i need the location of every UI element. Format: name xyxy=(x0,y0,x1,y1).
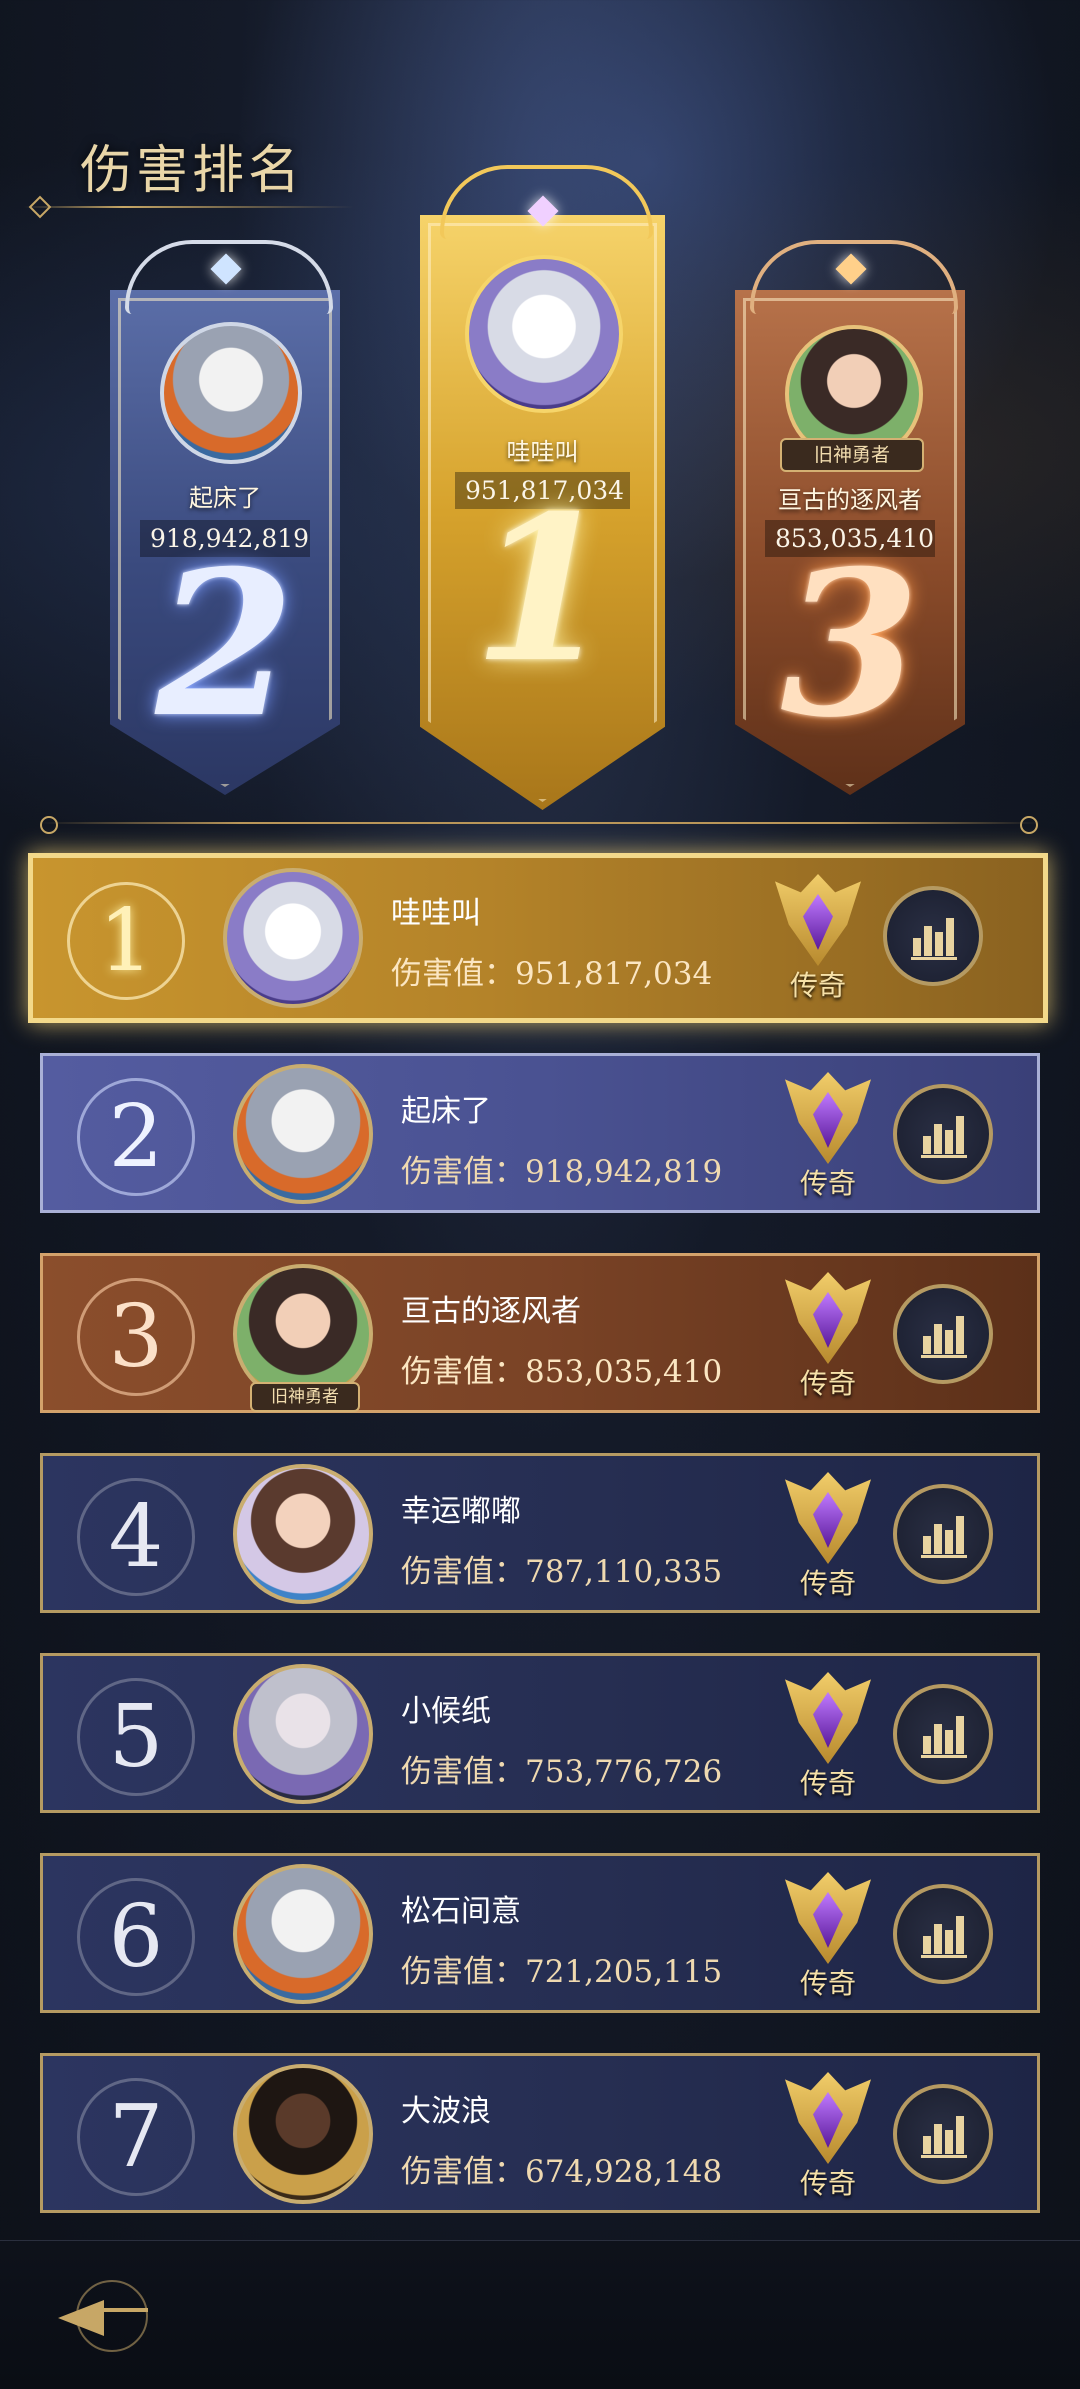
bar-chart-icon xyxy=(921,1514,967,1558)
damage-score: 伤害值：918,942,819 xyxy=(401,1146,722,1191)
rank-number: 3 xyxy=(77,1278,195,1396)
tier-label: 传奇 xyxy=(799,1767,856,1800)
legendary-badge-icon: 传奇 xyxy=(773,1666,883,1806)
damage-score: 伤害值：674,928,148 xyxy=(401,2146,722,2191)
tier-label: 传奇 xyxy=(799,1367,856,1400)
bar-chart-icon xyxy=(921,1314,967,1358)
ranking-row-5[interactable]: 5 小候纸 伤害值：753,776,726 传奇 xyxy=(40,1653,1040,1813)
damage-score: 伤害值：787,110,335 xyxy=(401,1546,722,1591)
tier-label: 传奇 xyxy=(799,2167,856,2200)
back-arrow-icon xyxy=(58,2300,104,2336)
ranking-row-3[interactable]: 3 旧神勇者 亘古的逐风者 伤害值：853,035,410 传奇 xyxy=(40,1253,1040,1413)
legendary-badge-icon: 传奇 xyxy=(773,1066,883,1206)
stats-button[interactable] xyxy=(883,886,983,986)
ranking-row-4[interactable]: 4 幸运嘟嘟 伤害值：787,110,335 传奇 xyxy=(40,1453,1040,1613)
score-label: 伤害值： xyxy=(401,1154,525,1190)
stats-button[interactable] xyxy=(893,1284,993,1384)
rank-number: 1 xyxy=(67,882,185,1000)
avatar[interactable] xyxy=(233,1464,373,1604)
bottom-bar xyxy=(0,2240,1080,2389)
legendary-badge-icon: 传奇 xyxy=(773,1266,883,1406)
score-value: 951,817,034 xyxy=(515,956,713,992)
score-value: 787,110,335 xyxy=(525,1554,723,1590)
divider-dot xyxy=(1020,816,1038,834)
back-arrow-shaft xyxy=(90,2308,148,2312)
damage-score: 伤害值：951,817,034 xyxy=(391,948,712,993)
divider xyxy=(40,822,1040,824)
score-value: 918,942,819 xyxy=(525,1154,723,1190)
stats-button[interactable] xyxy=(893,1884,993,1984)
ranking-row-1[interactable]: 1 哇哇叫 伤害值：951,817,034 传奇 xyxy=(28,853,1048,1023)
rank-number: 7 xyxy=(77,2078,195,2196)
tier-label: 传奇 xyxy=(789,969,846,1002)
bar-chart-icon xyxy=(921,1114,967,1158)
tier-label: 传奇 xyxy=(799,1167,856,1200)
score-label: 伤害值： xyxy=(401,1754,525,1790)
score-value: 853,035,410 xyxy=(525,1354,723,1390)
avatar[interactable] xyxy=(233,2064,373,2204)
ranking-row-7[interactable]: 7 大波浪 伤害值：674,928,148 传奇 xyxy=(40,2053,1040,2213)
stats-button[interactable] xyxy=(893,1684,993,1784)
player-name: 幸运嘟嘟 xyxy=(401,1494,521,1529)
player-name: 亘古的逐风者 xyxy=(401,1294,581,1329)
title-badge: 旧神勇者 xyxy=(780,438,924,472)
player-name: 松石间意 xyxy=(401,1894,521,1929)
bar-chart-icon xyxy=(911,916,957,960)
podium-name-rank-2: 起床了 xyxy=(189,484,261,512)
rank-number: 6 xyxy=(77,1878,195,1996)
avatar[interactable] xyxy=(233,1864,373,2004)
score-label: 伤害值： xyxy=(401,1954,525,1990)
ranking-row-2[interactable]: 2 起床了 伤害值：918,942,819 传奇 xyxy=(40,1053,1040,1213)
avatar[interactable] xyxy=(160,322,302,464)
podium-rank-number-1: 1 xyxy=(472,472,613,707)
damage-score: 伤害值：721,205,115 xyxy=(401,1946,722,1991)
legendary-badge-icon: 传奇 xyxy=(773,2066,883,2206)
score-label: 伤害值： xyxy=(401,2154,525,2190)
avatar[interactable] xyxy=(233,1664,373,1804)
avatar[interactable] xyxy=(233,1064,373,1204)
rank-number: 5 xyxy=(77,1678,195,1796)
player-name: 小候纸 xyxy=(401,1694,491,1729)
title-badge: 旧神勇者 xyxy=(250,1382,360,1412)
damage-score: 伤害值：853,035,410 xyxy=(401,1346,722,1391)
tier-label: 传奇 xyxy=(799,1567,856,1600)
player-name: 大波浪 xyxy=(401,2094,491,2129)
damage-score: 伤害值：753,776,726 xyxy=(401,1746,722,1791)
podium-name-rank-1: 哇哇叫 xyxy=(506,438,579,466)
bar-chart-icon xyxy=(921,1914,967,1958)
legendary-badge-icon: 传奇 xyxy=(773,1866,883,2006)
title-underline xyxy=(24,206,354,208)
podium-rank-number-3: 3 xyxy=(780,527,920,762)
back-button[interactable] xyxy=(50,2268,160,2364)
legendary-badge-icon: 传奇 xyxy=(763,868,873,1008)
stats-button[interactable] xyxy=(893,2084,993,2184)
stats-button[interactable] xyxy=(893,1084,993,1184)
divider-dot xyxy=(40,816,58,834)
player-name: 起床了 xyxy=(401,1094,491,1129)
podium-name-rank-3: 亘古的逐风者 xyxy=(778,486,922,514)
avatar[interactable] xyxy=(465,255,623,413)
rank-number: 4 xyxy=(77,1478,195,1596)
bar-chart-icon xyxy=(921,2114,967,2158)
stats-button[interactable] xyxy=(893,1484,993,1584)
legendary-badge-icon: 传奇 xyxy=(773,1466,883,1606)
score-label: 伤害值： xyxy=(391,956,515,992)
avatar[interactable] xyxy=(223,868,363,1008)
score-value: 753,776,726 xyxy=(525,1754,723,1790)
score-label: 伤害值： xyxy=(401,1354,525,1390)
podium-rank-number-2: 2 xyxy=(155,527,295,762)
score-value: 674,928,148 xyxy=(525,2154,723,2190)
score-value: 721,205,115 xyxy=(525,1954,723,1990)
rank-number: 2 xyxy=(77,1078,195,1196)
bar-chart-icon xyxy=(921,1714,967,1758)
tier-label: 传奇 xyxy=(799,1967,856,2000)
score-label: 伤害值： xyxy=(401,1554,525,1590)
page-title: 伤害排名 xyxy=(80,141,305,201)
player-name: 哇哇叫 xyxy=(391,896,481,931)
ranking-row-6[interactable]: 6 松石间意 伤害值：721,205,115 传奇 xyxy=(40,1853,1040,2013)
